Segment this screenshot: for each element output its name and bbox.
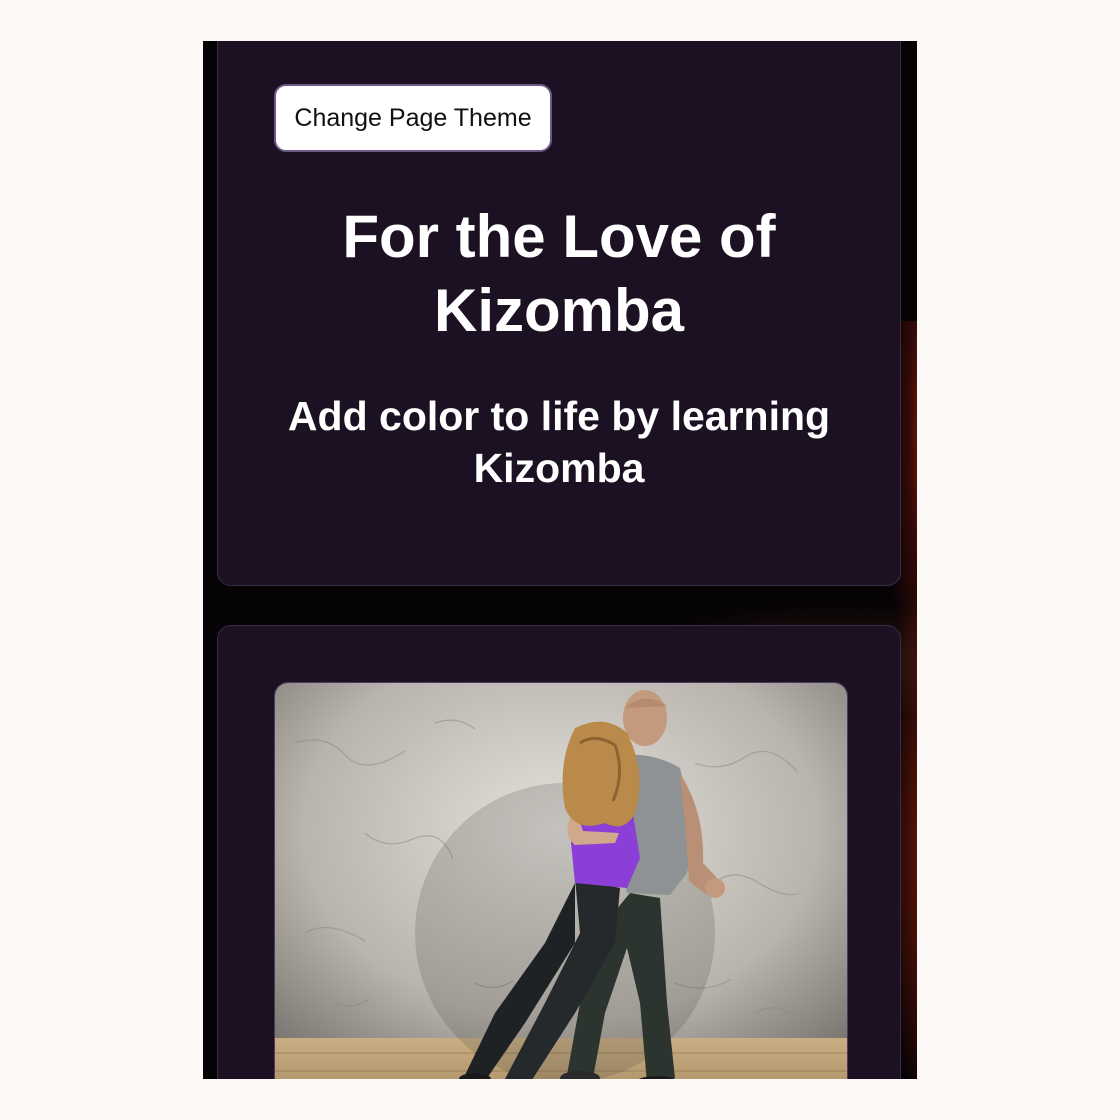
page-title: For the Love of Kizomba: [342, 203, 776, 344]
media-card: [217, 625, 901, 1079]
couple-dancing-photo: [274, 682, 848, 1079]
change-theme-button[interactable]: Change Page Theme: [274, 84, 552, 152]
page-subtitle: Add color to life by learning Kizomba: [287, 393, 831, 491]
page-viewport: Change Page Theme For the Love of Kizomb…: [203, 41, 917, 1079]
hero-card: Change Page Theme For the Love of Kizomb…: [217, 41, 901, 586]
